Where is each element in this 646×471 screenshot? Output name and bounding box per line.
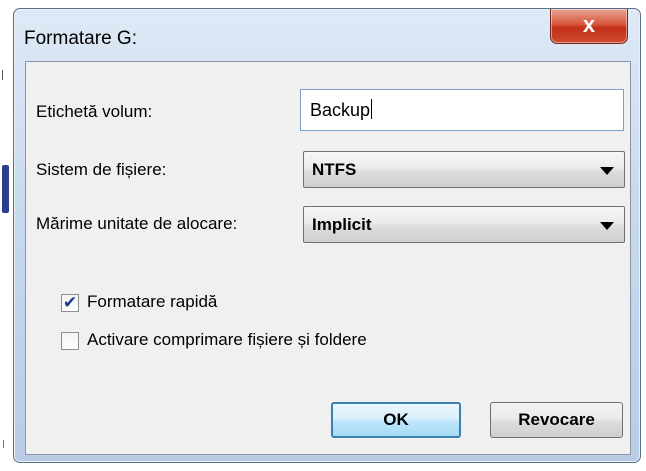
background-mark: [2, 70, 9, 80]
allocation-unit-value: Implicit: [312, 215, 372, 234]
title-bar[interactable]: Formatare G: x: [14, 9, 640, 61]
quick-format-label[interactable]: Formatare rapidă: [87, 292, 217, 312]
cancel-button[interactable]: Revocare: [490, 402, 623, 438]
dialog-title: Formatare G:: [24, 28, 137, 49]
allocation-unit-dropdown[interactable]: Implicit: [303, 206, 625, 243]
file-system-caption: Sistem de fișiere:: [36, 160, 167, 179]
allocation-unit-caption: Mărime unitate de alocare:: [36, 214, 238, 233]
compression-label[interactable]: Activare comprimare fișiere și foldere: [87, 330, 367, 350]
file-system-value: NTFS: [312, 160, 357, 179]
close-icon: x: [582, 12, 596, 37]
close-button[interactable]: x: [550, 9, 628, 44]
file-system-dropdown[interactable]: NTFS: [303, 151, 625, 188]
background-mark: [3, 440, 10, 448]
ok-button[interactable]: OK: [331, 402, 461, 438]
format-dialog: Formatare G: x Etichetă volum: Backup Si…: [13, 8, 641, 463]
text-caret: [371, 99, 373, 119]
dropdown-arrow-icon: [600, 222, 614, 230]
volume-label-caption: Etichetă volum:: [36, 102, 153, 121]
background-window-edge: [2, 165, 9, 213]
quick-format-checkbox[interactable]: ✔: [61, 294, 79, 312]
volume-label-input[interactable]: Backup: [300, 89, 624, 131]
checkmark-icon: ✔: [62, 293, 78, 312]
dropdown-arrow-icon: [600, 167, 614, 175]
volume-label-value: Backup: [310, 100, 371, 120]
background-desktop-strip: [0, 0, 14, 471]
compression-checkbox[interactable]: [61, 332, 79, 350]
dialog-body: Etichetă volum: Backup Sistem de fișiere…: [25, 61, 631, 455]
